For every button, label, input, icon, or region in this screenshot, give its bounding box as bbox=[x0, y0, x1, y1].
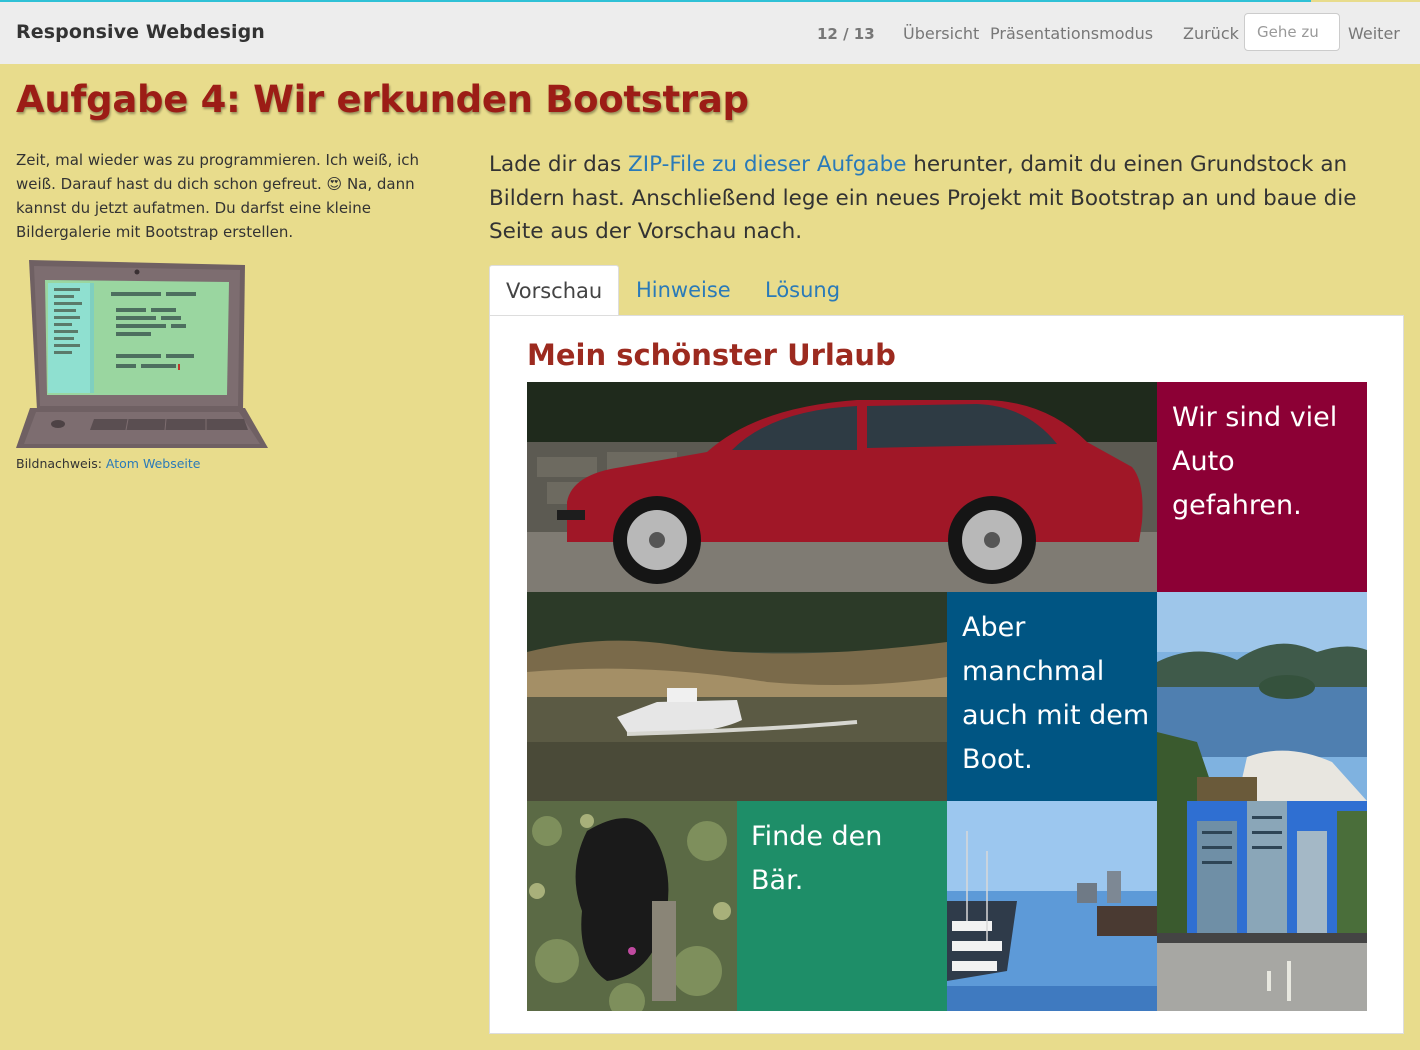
tab-loesung[interactable]: Lösung bbox=[749, 265, 856, 316]
car-caption: Wir sind viel Auto gefahren. bbox=[1172, 402, 1338, 521]
boat-text-tile: Aber manchmal auch mit dem Boot. bbox=[947, 592, 1157, 801]
preview-panel: Mein schönster Urlaub Wir sind viel Auto… bbox=[489, 315, 1404, 1034]
lake-photo bbox=[1157, 592, 1367, 801]
overview-link[interactable]: Übersicht bbox=[903, 24, 979, 43]
zip-file-link[interactable]: ZIP-File zu dieser Aufgabe bbox=[628, 152, 906, 177]
tab-vorschau[interactable]: Vorschau bbox=[489, 265, 619, 316]
task-description: Lade dir das ZIP-File zu dieser Aufgabe … bbox=[489, 148, 1409, 249]
laptop-illustration-icon bbox=[16, 258, 270, 456]
next-link[interactable]: Weiter bbox=[1348, 24, 1400, 43]
page-counter: 12 / 13 bbox=[817, 25, 875, 43]
marina-photo bbox=[947, 801, 1157, 1011]
boat-photo bbox=[527, 592, 947, 801]
task-text-part1: Lade dir das bbox=[489, 152, 629, 177]
image-credit: Bildnachweis: Atom Webseite bbox=[16, 456, 200, 471]
bear-caption: Finde den Bär. bbox=[751, 821, 883, 896]
preview-title: Mein schönster Urlaub bbox=[527, 338, 896, 372]
back-link[interactable]: Zurück bbox=[1183, 24, 1239, 43]
car-photo bbox=[527, 382, 1157, 592]
credit-label: Bildnachweis: bbox=[16, 456, 106, 471]
top-navbar: Responsive Webdesign 12 / 13 Übersicht P… bbox=[0, 2, 1420, 64]
boat-caption: Aber manchmal auch mit dem Boot. bbox=[962, 612, 1150, 775]
car-text-tile: Wir sind viel Auto gefahren. bbox=[1157, 382, 1367, 592]
tab-hinweise[interactable]: Hinweise bbox=[620, 265, 747, 316]
goto-input[interactable] bbox=[1244, 13, 1340, 51]
intro-text: Zeit, mal wieder was zu programmieren. I… bbox=[16, 148, 456, 244]
city-street-photo bbox=[1157, 801, 1367, 1011]
bear-photo bbox=[527, 801, 737, 1011]
presentation-mode-link[interactable]: Präsentationsmodus bbox=[990, 24, 1153, 43]
smiling-heart-eyes-icon: 😍 bbox=[326, 175, 343, 193]
page-title: Aufgabe 4: Wir erkunden Bootstrap bbox=[16, 78, 749, 121]
bear-text-tile: Finde den Bär. bbox=[737, 801, 947, 1011]
brand-title[interactable]: Responsive Webdesign bbox=[16, 21, 265, 43]
atom-website-link[interactable]: Atom Webseite bbox=[106, 456, 201, 471]
